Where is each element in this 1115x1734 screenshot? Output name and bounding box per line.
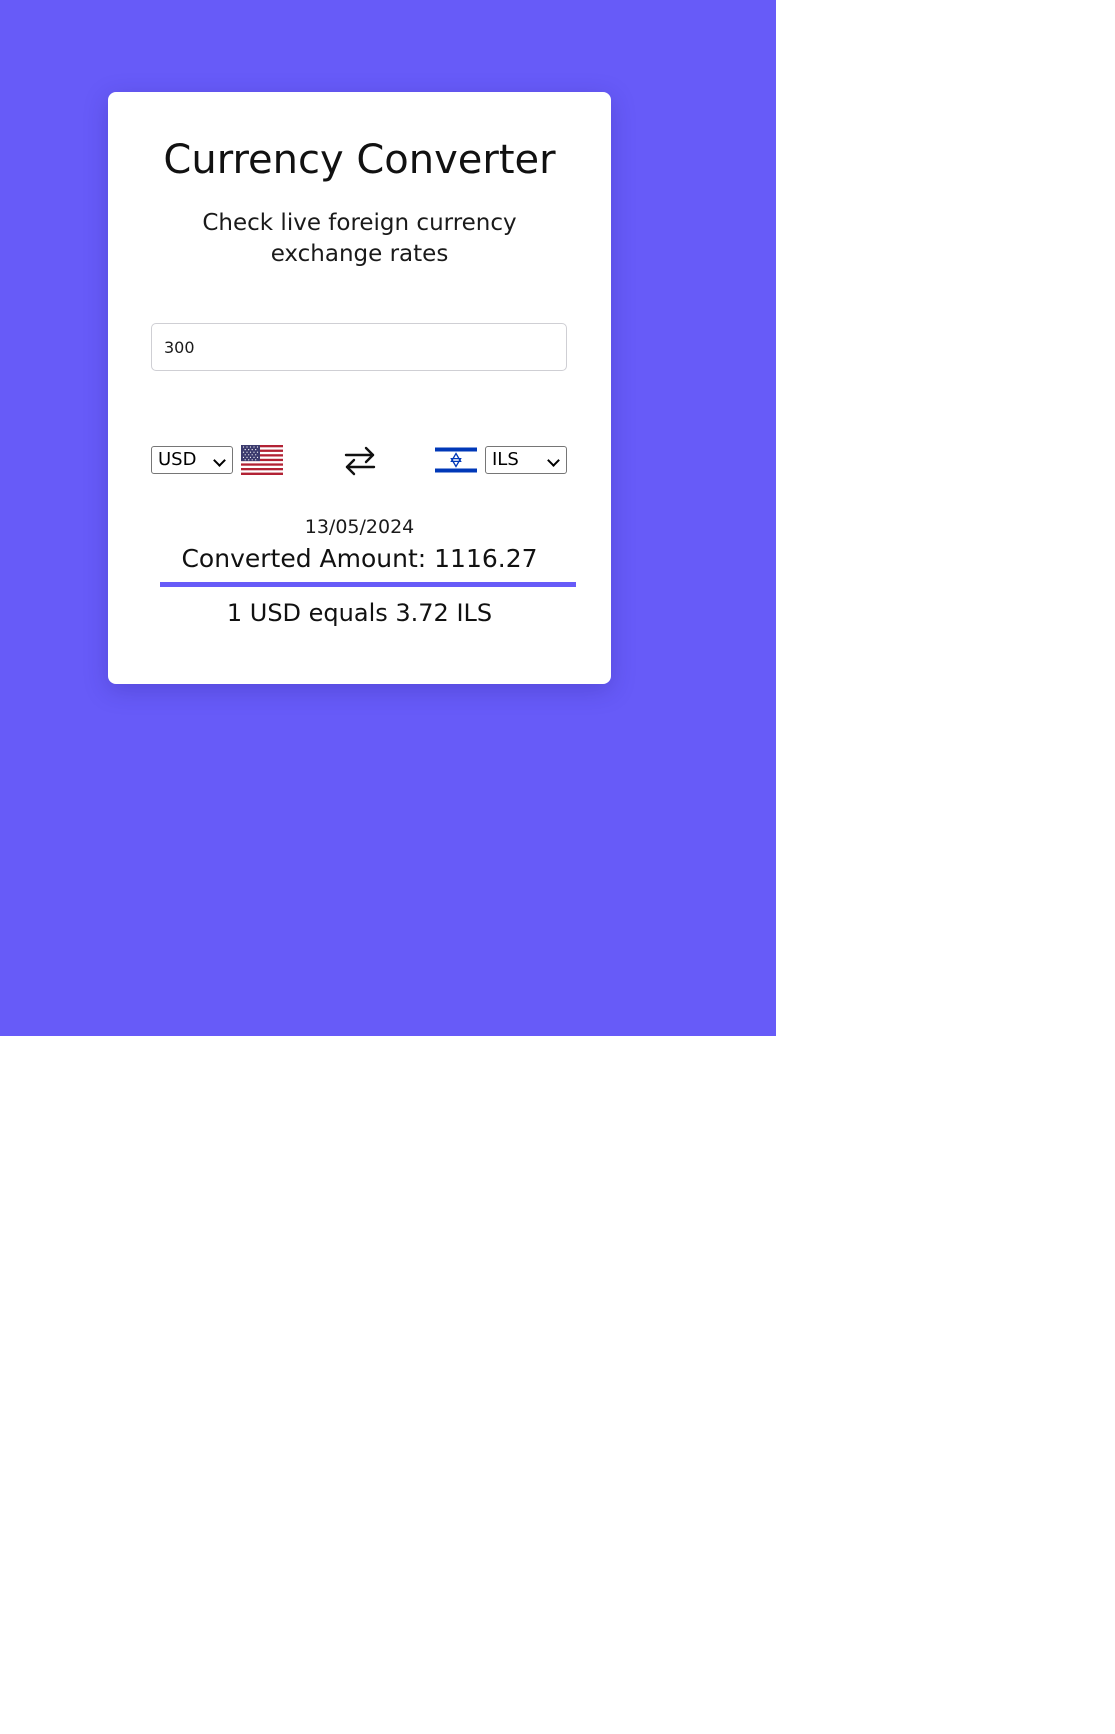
to-currency-value: ILS: [492, 449, 519, 470]
rate-date: 13/05/2024: [304, 516, 415, 538]
swap-arrows-icon[interactable]: [342, 443, 378, 479]
converted-amount: Converted Amount: 1116.27: [181, 544, 538, 573]
exchange-rate: 1 USD equals 3.72 ILS: [226, 599, 493, 627]
from-currency-select[interactable]: USD: [151, 446, 233, 474]
amount-input[interactable]: [151, 323, 567, 371]
chevron-down-icon: [213, 454, 226, 467]
from-currency-value: USD: [158, 449, 197, 470]
page-title: Currency Converter: [163, 137, 556, 183]
accent-divider: [160, 582, 576, 587]
page-background: Currency Converter Check live foreign cu…: [0, 0, 776, 1036]
converter-card: Currency Converter Check live foreign cu…: [108, 92, 611, 684]
israel-flag-icon: [435, 445, 477, 475]
subtitle: Check live foreign currency exchange rat…: [202, 210, 517, 267]
chevron-down-icon: [547, 454, 560, 467]
to-currency-select[interactable]: ILS: [485, 446, 567, 474]
us-flag-icon: [241, 445, 283, 475]
